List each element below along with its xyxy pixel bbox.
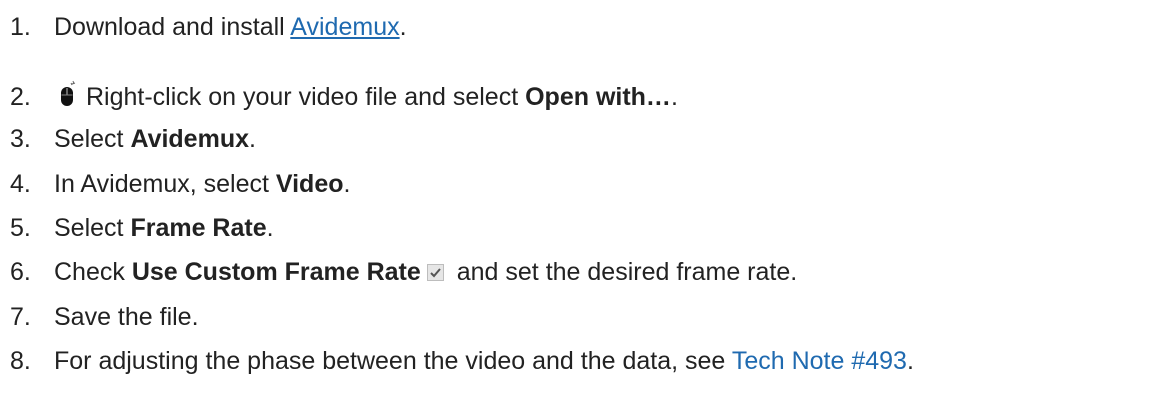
step-punctuation: . bbox=[670, 83, 678, 111]
step-text: Select bbox=[54, 214, 131, 242]
step-3: 3. Select Avidemux. bbox=[10, 124, 256, 154]
step-punctuation: . bbox=[266, 214, 274, 242]
step-text: For adjusting the phase between the vide… bbox=[54, 347, 732, 375]
step-bold-text: Use Custom Frame Rate bbox=[131, 258, 421, 286]
step-text: Download and install bbox=[54, 13, 291, 41]
mouse-icon bbox=[58, 80, 76, 115]
step-number: 3. bbox=[10, 125, 31, 153]
step-text: In Avidemux, select bbox=[54, 170, 276, 198]
step-text-continued: and set the desired frame rate. bbox=[449, 258, 798, 286]
tech-note-link[interactable]: Tech Note #493 bbox=[732, 347, 907, 375]
step-number: 7. bbox=[10, 303, 31, 331]
step-4: 4. In Avidemux, select Video. bbox=[10, 169, 350, 199]
step-text: Save the file. bbox=[54, 303, 199, 331]
step-7: 7. Save the file. bbox=[10, 302, 199, 332]
step-number: 1. bbox=[10, 13, 31, 41]
step-number: 6. bbox=[10, 258, 31, 286]
step-bold-text: Video bbox=[275, 170, 344, 198]
step-1: 1. Download and install Avidemux. bbox=[10, 12, 407, 42]
step-8: 8. For adjusting the phase between the vi… bbox=[10, 346, 914, 376]
step-punctuation: . bbox=[399, 13, 407, 41]
step-punctuation: . bbox=[343, 170, 351, 198]
step-bold-text: Frame Rate bbox=[130, 214, 267, 242]
step-number: 4. bbox=[10, 170, 31, 198]
checkbox-checked-icon bbox=[426, 258, 444, 288]
step-number: 8. bbox=[10, 347, 31, 375]
step-bold-text: Avidemux bbox=[130, 125, 249, 153]
step-2: 2. Right-click on your video file and sel… bbox=[10, 80, 678, 115]
step-text: Check bbox=[54, 258, 132, 286]
step-number: 5. bbox=[10, 214, 31, 242]
step-number: 2. bbox=[10, 83, 31, 111]
step-6: 6. Check Use Custom Frame Rate and set th… bbox=[10, 257, 797, 288]
step-punctuation: . bbox=[906, 347, 914, 375]
avidemux-link[interactable]: Avidemux bbox=[290, 13, 399, 41]
step-5: 5. Select Frame Rate. bbox=[10, 213, 274, 243]
step-text: Right-click on your video file and selec… bbox=[86, 83, 526, 111]
step-punctuation: . bbox=[249, 125, 256, 153]
step-bold-text: Open with… bbox=[525, 83, 671, 111]
step-text: Select bbox=[54, 125, 131, 153]
